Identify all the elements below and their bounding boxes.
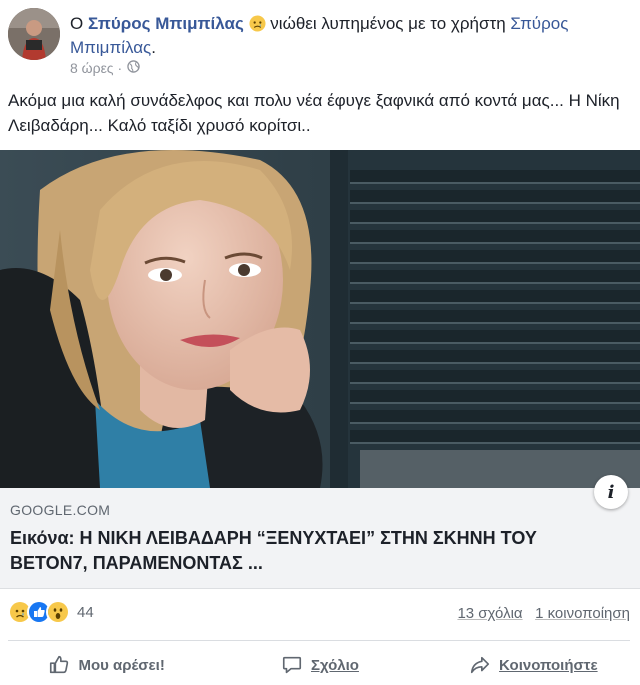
shares-count[interactable]: 1 κοινοποίηση bbox=[535, 605, 630, 622]
link-domain: GOOGLE.COM bbox=[10, 502, 111, 518]
post-text: Ακόμα μια καλή συνάδελφος και πολυ νέα έ… bbox=[8, 91, 620, 135]
engagement-stats: 13 σχόλια 1 κοινοποίηση bbox=[457, 605, 630, 622]
action-bar: Μου αρέσει! Σχόλιο Κοινοποιήστε bbox=[0, 648, 640, 682]
share-icon bbox=[470, 656, 490, 674]
info-icon[interactable]: i bbox=[594, 475, 628, 509]
divider bbox=[8, 640, 630, 641]
reaction-count[interactable]: 44 bbox=[77, 604, 94, 621]
feeling-text: νιώθει λυπημένος με το χρήστη bbox=[265, 14, 511, 33]
link-preview[interactable]: GOOGLE.COM Εικόνα: Η ΝΙΚΗ ΛΕΙΒΑΔΑΡΗ “ΞΕΝ… bbox=[0, 488, 640, 589]
thumbs-up-icon bbox=[50, 655, 69, 674]
author-avatar[interactable] bbox=[8, 8, 60, 60]
like-button[interactable]: Μου αρέσει! bbox=[0, 648, 213, 682]
comment-label: Σχόλιο bbox=[311, 656, 359, 674]
like-label: Μου αρέσει! bbox=[78, 656, 165, 674]
post-time-row: 8 ώρες · bbox=[70, 60, 140, 76]
post-header: Ο Σπύρος Μπιμπίλας νιώθει λυπημένος με τ… bbox=[0, 0, 640, 88]
comment-button[interactable]: Σχόλιο bbox=[213, 648, 426, 682]
sad-face-icon bbox=[249, 15, 266, 32]
globe-icon[interactable] bbox=[127, 60, 140, 76]
post-prefix: Ο bbox=[70, 14, 88, 33]
share-label: Κοινοποιήστε bbox=[499, 656, 598, 674]
share-button[interactable]: Κοινοποιήστε bbox=[427, 648, 640, 682]
author-name[interactable]: Σπύρος Μπιμπίλας bbox=[88, 14, 244, 33]
post-timestamp[interactable]: 8 ώρες · bbox=[70, 60, 122, 76]
comments-count[interactable]: 13 σχόλια bbox=[457, 605, 522, 622]
post-meta: Ο Σπύρος Μπιμπίλας νιώθει λυπημένος με τ… bbox=[70, 12, 630, 60]
wow-reaction-icon bbox=[46, 600, 70, 624]
comment-icon bbox=[282, 656, 302, 674]
tagged-suffix: . bbox=[151, 38, 156, 57]
link-title[interactable]: Εικόνα: Η ΝΙΚΗ ΛΕΙΒΑΔΑΡΗ “ΞΕΝΥΧΤΑΕΙ” ΣΤΗ… bbox=[10, 526, 610, 576]
post-photo[interactable] bbox=[0, 150, 640, 488]
reaction-summary[interactable]: 44 bbox=[8, 600, 94, 624]
